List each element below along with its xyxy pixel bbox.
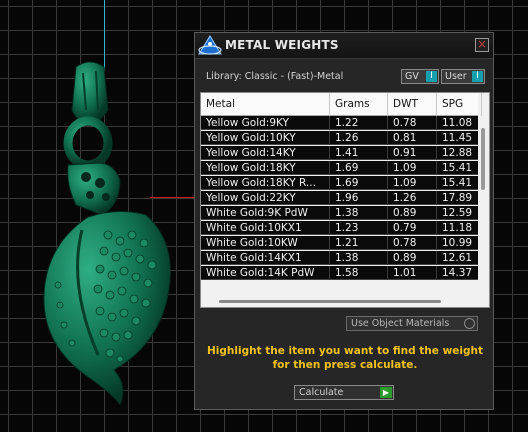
grams-cell: 1.69 — [330, 176, 388, 190]
grams-cell: 1.22 — [330, 116, 388, 130]
calculate-button[interactable]: Calculate ▶ — [294, 385, 394, 400]
table-row[interactable]: White Gold:14K PdW 1.58 1.01 14.37 — [201, 266, 482, 280]
column-header-metal[interactable]: Metal — [201, 93, 330, 116]
dwt-cell: 0.89 — [388, 206, 437, 220]
user-toggle-label: User — [445, 71, 467, 82]
dwt-cell: 0.78 — [388, 116, 437, 130]
grams-cell: 1.41 — [330, 146, 388, 160]
use-object-materials-checkbox[interactable]: Use Object Materials — [346, 316, 478, 331]
table-row[interactable]: Yellow Gold:9KY 1.22 0.78 11.08 — [201, 116, 482, 130]
spg-cell: 12.61 — [437, 251, 482, 265]
dwt-cell: 0.81 — [388, 131, 437, 145]
table-row[interactable]: Yellow Gold:18KY R... 1.69 1.09 15.41 — [201, 176, 482, 190]
spg-cell: 10.99 — [437, 236, 482, 250]
grams-cell: 1.69 — [330, 161, 388, 175]
metal-cell: Yellow Gold:22KY — [201, 191, 330, 205]
pendant-3d-model[interactable] — [28, 55, 198, 405]
grams-cell: 1.96 — [330, 191, 388, 205]
gv-toggle-indicator-icon: I — [426, 71, 437, 82]
metal-cell: White Gold:14K PdW — [201, 266, 330, 280]
spg-cell: 11.45 — [437, 131, 482, 145]
dwt-cell: 1.09 — [388, 161, 437, 175]
checkbox-icon — [464, 318, 475, 329]
table-row[interactable]: White Gold:14KX1 1.38 0.89 12.61 — [201, 251, 482, 265]
spg-cell: 11.18 — [437, 221, 482, 235]
dwt-cell: 1.09 — [388, 176, 437, 190]
grams-cell: 1.21 — [330, 236, 388, 250]
dwt-cell: 0.78 — [388, 236, 437, 250]
grams-cell: 1.23 — [330, 221, 388, 235]
play-icon: ▶ — [380, 387, 392, 398]
column-header-dwt[interactable]: DWT — [388, 93, 437, 116]
metal-cell: Yellow Gold:18KY — [201, 161, 330, 175]
metal-cell: Yellow Gold:18KY R... — [201, 176, 330, 190]
spg-cell: 15.41 — [437, 176, 482, 190]
dialog-title: METAL WEIGHTS — [225, 38, 339, 52]
table-row[interactable]: Yellow Gold:10KY 1.26 0.81 11.45 — [201, 131, 482, 145]
table-header: Metal Grams DWT SPG — [201, 93, 482, 116]
grams-cell: 1.26 — [330, 131, 388, 145]
dwt-cell: 0.89 — [388, 251, 437, 265]
column-header-spg[interactable]: SPG — [437, 93, 482, 116]
close-icon: × — [476, 37, 488, 51]
metal-cell: White Gold:10KW — [201, 236, 330, 250]
metal-weights-dialog: METAL WEIGHTS × Library: Classic - (Fast… — [194, 32, 494, 410]
column-header-grams[interactable]: Grams — [330, 93, 388, 116]
spg-cell: 12.88 — [437, 146, 482, 160]
close-button[interactable]: × — [475, 38, 489, 52]
spg-cell: 11.08 — [437, 116, 482, 130]
spg-cell: 12.59 — [437, 206, 482, 220]
metal-cell: Yellow Gold:14KY — [201, 146, 330, 160]
grams-cell: 1.38 — [330, 206, 388, 220]
table-row[interactable]: White Gold:10KW 1.21 0.78 10.99 — [201, 236, 482, 250]
instruction-text: Highlight the item you want to find the … — [207, 345, 483, 371]
metal-cell: White Gold:9K PdW — [201, 206, 330, 220]
calculate-label: Calculate — [299, 387, 344, 398]
gv-toggle[interactable]: GV I — [401, 69, 439, 84]
vertical-scrollbar[interactable] — [478, 116, 489, 307]
app-logo-icon — [198, 35, 222, 55]
metal-cell: White Gold:10KX1 — [201, 221, 330, 235]
metal-cell: Yellow Gold:10KY — [201, 131, 330, 145]
vertical-scroll-thumb[interactable] — [481, 128, 485, 190]
library-label: Library: Classic - (Fast)-Metal — [206, 71, 344, 82]
dwt-cell: 1.01 — [388, 266, 437, 280]
metal-cell: Yellow Gold:9KY — [201, 116, 330, 130]
dialog-titlebar[interactable]: METAL WEIGHTS × — [195, 33, 493, 59]
dwt-cell: 0.79 — [388, 221, 437, 235]
metal-weights-table: Metal Grams DWT SPG Yellow Gold:9KY 1.22… — [200, 92, 490, 308]
table-row[interactable]: White Gold:9K PdW 1.38 0.89 12.59 — [201, 206, 482, 220]
table-row[interactable]: Yellow Gold:22KY 1.96 1.26 17.89 — [201, 191, 482, 205]
table-row[interactable]: Yellow Gold:14KY 1.41 0.91 12.88 — [201, 146, 482, 160]
metal-cell: White Gold:14KX1 — [201, 251, 330, 265]
use-object-materials-label: Use Object Materials — [351, 318, 450, 329]
spg-cell: 15.41 — [437, 161, 482, 175]
dwt-cell: 0.91 — [388, 146, 437, 160]
dwt-cell: 1.26 — [388, 191, 437, 205]
user-toggle[interactable]: User I — [441, 69, 485, 84]
spg-cell: 17.89 — [437, 191, 482, 205]
gv-toggle-label: GV — [405, 71, 419, 82]
spg-cell: 14.37 — [437, 266, 482, 280]
table-row[interactable]: Yellow Gold:18KY 1.69 1.09 15.41 — [201, 161, 482, 175]
grams-cell: 1.58 — [330, 266, 388, 280]
grams-cell: 1.38 — [330, 251, 388, 265]
user-toggle-indicator-icon: I — [472, 71, 483, 82]
horizontal-scroll-thumb[interactable] — [219, 300, 441, 303]
horizontal-scrollbar[interactable] — [201, 295, 478, 307]
table-row[interactable]: White Gold:10KX1 1.23 0.79 11.18 — [201, 221, 482, 235]
